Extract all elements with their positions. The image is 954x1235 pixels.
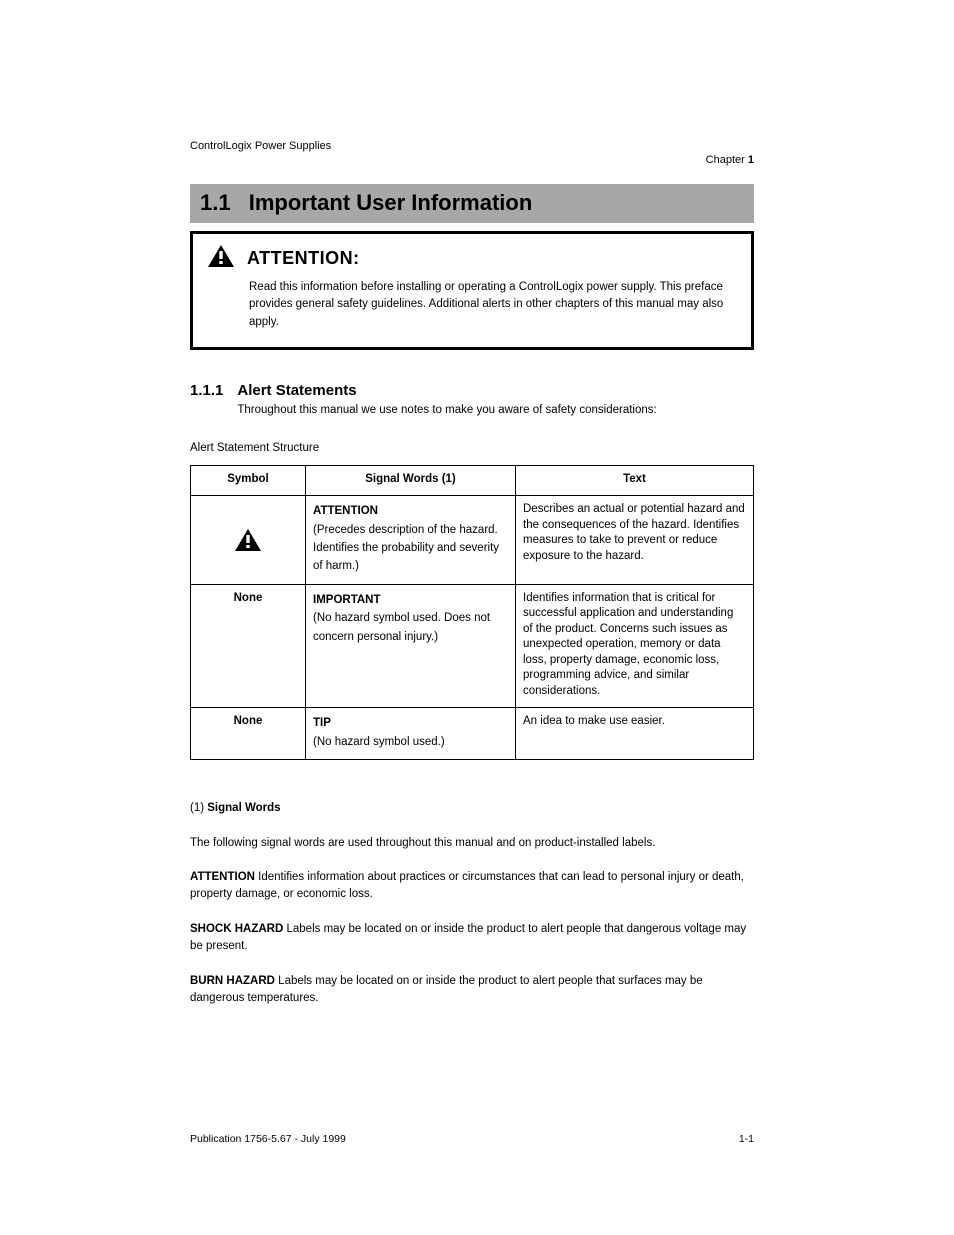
subsection-number: 1.1.1 — [190, 382, 223, 399]
section-title: Important User Information — [249, 190, 533, 215]
table-row: None TIP (No hazard symbol used.) An ide… — [191, 708, 754, 760]
section-number: 1.1 — [200, 190, 231, 215]
warning-triangle-icon — [234, 543, 262, 555]
sig-item-word: SHOCK HAZARD — [190, 923, 283, 935]
col-symbol: Symbol — [191, 465, 306, 496]
subsection-title: Alert Statements — [237, 382, 356, 399]
sig-item-word: ATTENTION — [190, 871, 255, 883]
signal-word: TIP — [313, 717, 331, 729]
no-symbol-cell: None — [191, 708, 306, 760]
chapter-line: Chapter 1 — [190, 154, 754, 166]
no-symbol-cell: None — [191, 584, 306, 708]
attention-label: ATTENTION: — [247, 248, 360, 269]
text-desc: Describes an actual or potential hazard … — [516, 496, 754, 585]
attention-box: ATTENTION: Read this information before … — [190, 231, 754, 350]
chapter-label: Chapter — [706, 154, 745, 166]
text-desc: Identifies information that is critical … — [516, 584, 754, 708]
chapter-number: 1 — [748, 154, 754, 166]
signal-word: IMPORTANT — [313, 594, 381, 606]
table-caption: Alert Statement Structure — [190, 440, 754, 457]
sig-item-desc: Identifies information about practices o… — [190, 871, 744, 900]
sig-num: (1) — [190, 802, 204, 814]
subsection-heading: 1.1.1 Alert Statements Throughout this m… — [190, 380, 754, 420]
signal-words-section: (1) Signal Words The following signal wo… — [190, 800, 754, 1007]
footer-page-number: 1-1 — [739, 1133, 754, 1145]
footer-publication: Publication 1756-5.67 - July 1999 — [190, 1133, 346, 1145]
col-text: Text — [516, 465, 754, 496]
signal-desc: (No hazard symbol used. Does not concern… — [313, 612, 490, 642]
table-row: None IMPORTANT (No hazard symbol used. D… — [191, 584, 754, 708]
text-desc: An idea to make use easier. — [516, 708, 754, 760]
sig-intro: The following signal words are used thro… — [190, 837, 655, 849]
sig-title: Signal Words — [207, 802, 280, 814]
subsection-body: Throughout this manual we use notes to m… — [237, 404, 656, 416]
product-name: ControlLogix Power Supplies — [190, 140, 754, 152]
table-header-row: Symbol Signal Words (1) Text — [191, 465, 754, 496]
section-heading: 1.1 Important User Information — [190, 184, 754, 223]
signal-desc: (Precedes description of the hazard. Ide… — [313, 524, 499, 573]
attention-text: Read this information before installing … — [207, 279, 733, 331]
signal-desc: (No hazard symbol used.) — [313, 736, 445, 748]
alert-table: Symbol Signal Words (1) Text ATTENTION (… — [190, 465, 754, 760]
sig-item-word: BURN HAZARD — [190, 975, 275, 987]
signal-word: ATTENTION — [313, 505, 378, 517]
col-signal: Signal Words (1) — [306, 465, 516, 496]
warning-triangle-icon — [207, 244, 235, 273]
table-row: ATTENTION (Precedes description of the h… — [191, 496, 754, 585]
